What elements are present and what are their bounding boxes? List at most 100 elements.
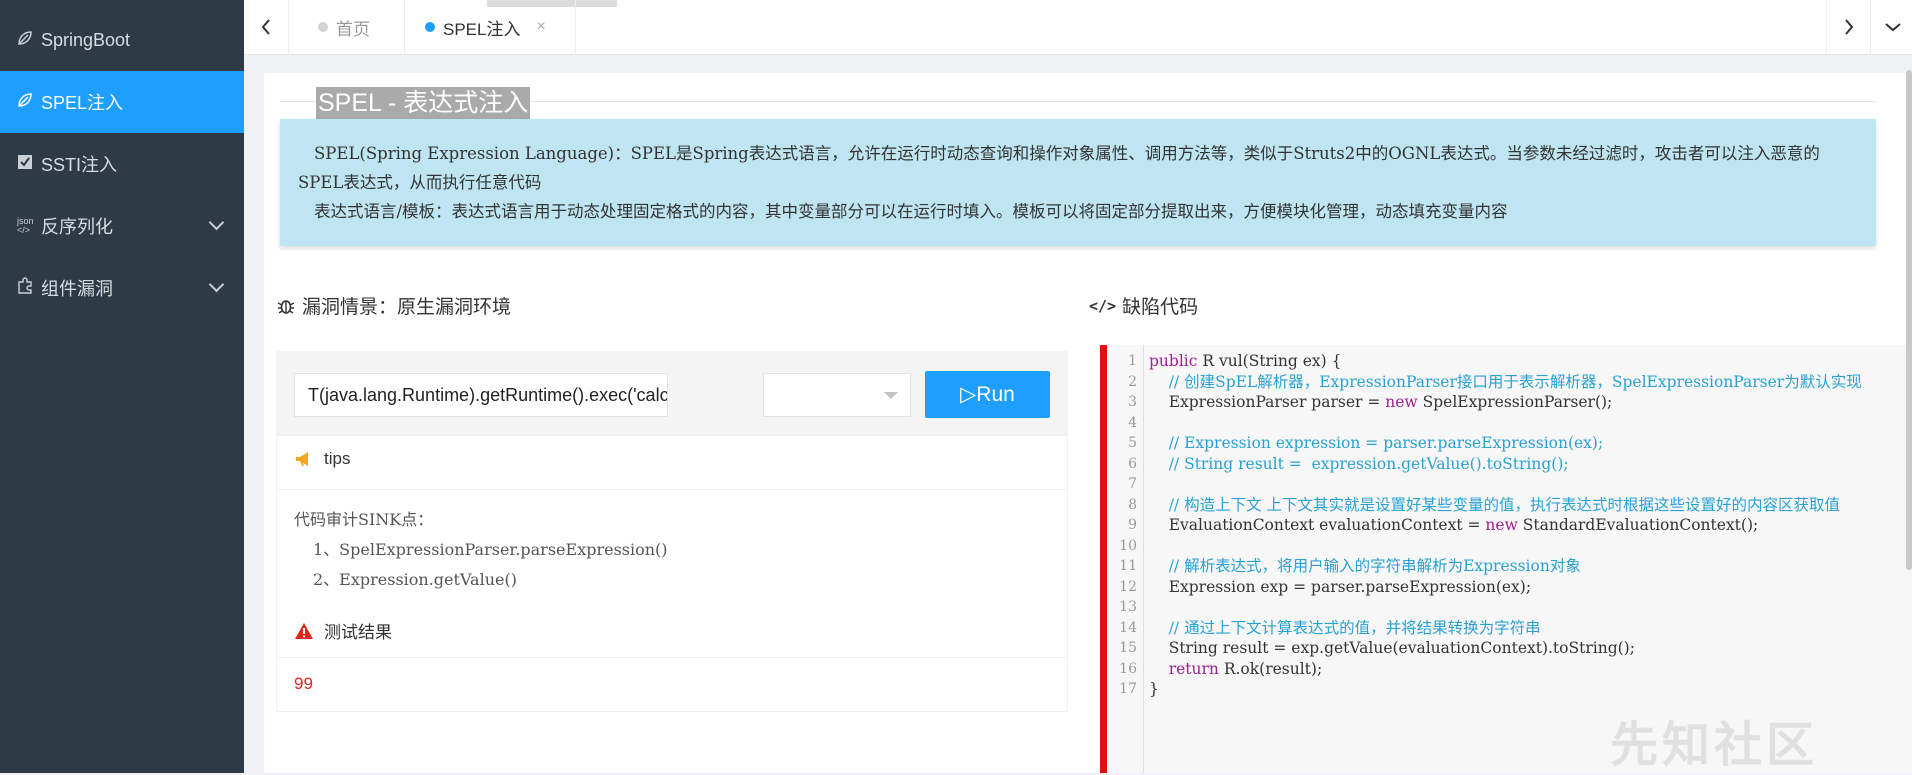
code-icon: </>: [1089, 296, 1117, 315]
sidebar-item-label: SPEL注入: [41, 93, 124, 113]
line-number: 17: [1119, 681, 1137, 697]
code-line: 1 public R vul(String ex) {: [1107, 351, 1912, 371]
line-number: 2: [1128, 373, 1137, 390]
chevron-down-icon: [1885, 23, 1901, 32]
sidebar-item-deserialization[interactable]: json </> 反序列化: [0, 195, 244, 257]
result-heading: 测试结果: [294, 618, 392, 643]
bug-icon: [277, 299, 295, 314]
code-text: // 解析表达式，将用户输入的字符串解析为Expression对象: [1149, 557, 1581, 575]
code-line: 11 // 解析表达式，将用户输入的字符串解析为Expression对象: [1107, 556, 1912, 576]
json-icon: json </>: [17, 216, 34, 235]
code-line: 12 Expression exp = parser.parseExpressi…: [1107, 577, 1912, 597]
divider: [276, 657, 1068, 658]
line-number: 12: [1119, 578, 1137, 595]
watermark: 先知社区: [1610, 719, 1819, 772]
payload-input[interactable]: T(java.lang.Runtime).getRuntime().exec('…: [294, 373, 668, 417]
code-line: 15 String result = exp.getValue(evaluati…: [1107, 638, 1912, 658]
page-title: SPEL - 表达式注入: [316, 87, 531, 119]
sink-item: 1、SpelExpressionParser.parseExpression(): [313, 540, 668, 559]
code-heading: </> 缺陷代码: [1089, 292, 1198, 319]
sidebar-item-label: SpringBoot: [41, 29, 131, 50]
code-line: 6 // String result = expression.getValue…: [1107, 454, 1912, 474]
result-label: 测试结果: [324, 623, 392, 642]
tab-dot-icon: [425, 22, 435, 32]
line-number: 15: [1119, 640, 1137, 656]
puzzle-icon: [17, 276, 41, 300]
code-line: 16 return R.ok(result);: [1107, 659, 1912, 679]
sidebar: SpringBoot SPEL注入 SSTI注入 json </> 反序列化 组件…: [0, 0, 244, 773]
sidebar-item-label: 反序列化: [41, 217, 113, 237]
sidebar-item-spel[interactable]: SPEL注入: [0, 71, 244, 133]
chevron-down-icon: [208, 214, 225, 231]
tab-spel[interactable]: SPEL注入 ×: [405, 0, 576, 54]
close-icon[interactable]: ×: [536, 18, 545, 36]
checkbox-icon: [17, 154, 41, 175]
chevron-right-icon: [1845, 19, 1854, 35]
vuln-scenario-heading: 漏洞情景：原生漏洞环境: [276, 292, 511, 319]
tab-label: SPEL注入: [443, 19, 521, 39]
code-line: 9 EvaluationContext evaluationContext = …: [1107, 515, 1912, 535]
sink-notes: 代码审计SINK点： 1、SpelExpressionParser.parseE…: [294, 505, 668, 595]
sidebar-item-springboot[interactable]: SpringBoot: [0, 9, 244, 71]
code-line: 4: [1107, 413, 1912, 433]
code-text: // 构造上下文 上下文其实就是设置好某些变量的值，执行表达式时根据这些设置好的…: [1149, 495, 1841, 514]
tab-prev-button[interactable]: [244, 0, 289, 54]
line-number: 8: [1128, 496, 1137, 513]
code-line: 8 // 构造上下文 上下文其实就是设置好某些变量的值，执行表达式时根据这些设置…: [1107, 495, 1912, 515]
payload-select[interactable]: [763, 373, 911, 417]
info-text: SPEL(Spring Expression Language)：SPEL是Sp…: [298, 144, 1820, 192]
info-text: 表达式语言/模板：表达式语言用于动态处理固定格式的内容，其中变量部分可以在运行时…: [314, 202, 1508, 221]
line-number: 7: [1128, 476, 1137, 492]
page-scrollbar[interactable]: [1906, 70, 1912, 570]
tab-bar: 首页 SPEL注入 ×: [244, 0, 1912, 55]
code-text: EvaluationContext evaluationContext = ne…: [1149, 516, 1759, 534]
result-value: 99: [294, 674, 313, 693]
tab-next-button[interactable]: [1826, 0, 1871, 54]
code-text: // 创建SpEL解析器，ExpressionParser接口用于表示解析器，S…: [1149, 372, 1862, 391]
code-text: String result = exp.getValue(evaluationC…: [1149, 639, 1635, 657]
leaf-icon: [17, 30, 41, 51]
line-number: 6: [1128, 455, 1137, 472]
chevron-down-icon: [208, 276, 225, 293]
code-text: public R vul(String ex) {: [1149, 352, 1342, 370]
chevron-left-icon: [261, 19, 270, 35]
code-line: 3 ExpressionParser parser = new SpelExpr…: [1107, 392, 1912, 412]
tab-dot-icon: [318, 22, 328, 32]
tips-label: tips: [324, 449, 351, 468]
tab-menu-button[interactable]: [1870, 0, 1912, 54]
tab-home[interactable]: 首页: [288, 0, 405, 54]
sidebar-item-ssti[interactable]: SSTI注入: [0, 133, 244, 195]
leaf-icon: [17, 92, 41, 113]
code-text: // 通过上下文计算表达式的值，并将结果转换为字符串: [1149, 618, 1541, 637]
line-number: 5: [1128, 435, 1137, 451]
sidebar-item-label: 组件漏洞: [41, 279, 113, 299]
code-text: // String result = expression.getValue()…: [1149, 454, 1569, 473]
code-text: return R.ok(result);: [1168, 659, 1323, 678]
megaphone-icon: [296, 452, 308, 466]
line-number: 4: [1128, 414, 1137, 431]
code-line: 5 // Expression expression = parser.pars…: [1107, 433, 1912, 453]
warning-icon: [295, 622, 313, 639]
code-line: 2 // 创建SpEL解析器，ExpressionParser接口用于表示解析器…: [1107, 372, 1912, 392]
section-title: 缺陷代码: [1122, 297, 1199, 318]
code-text: ExpressionParser parser = new SpelExpres…: [1149, 393, 1613, 411]
sink-title: 代码审计SINK点：: [294, 510, 434, 529]
run-button[interactable]: ▷Run: [925, 371, 1050, 418]
divider: [276, 489, 1068, 490]
code-line: 10: [1107, 536, 1912, 556]
line-number: 10: [1119, 537, 1137, 554]
line-number: 1: [1128, 353, 1137, 369]
code-line: 17}: [1107, 679, 1912, 699]
sink-item: 2、Expression.getValue(): [313, 570, 517, 589]
info-banner: SPEL(Spring Expression Language)：SPEL是Sp…: [280, 119, 1876, 246]
tips-heading: tips: [294, 449, 350, 469]
tab-label: 首页: [336, 19, 370, 39]
line-number: 9: [1128, 517, 1137, 533]
code-line: 7: [1107, 474, 1912, 494]
line-number: 13: [1119, 599, 1137, 615]
line-number: 11: [1119, 558, 1137, 574]
code-line: 14 // 通过上下文计算表达式的值，并将结果转换为字符串: [1107, 618, 1912, 638]
code-text: // Expression expression = parser.parseE…: [1149, 434, 1604, 452]
line-number: 16: [1119, 660, 1137, 677]
sidebar-item-components[interactable]: 组件漏洞: [0, 257, 244, 319]
